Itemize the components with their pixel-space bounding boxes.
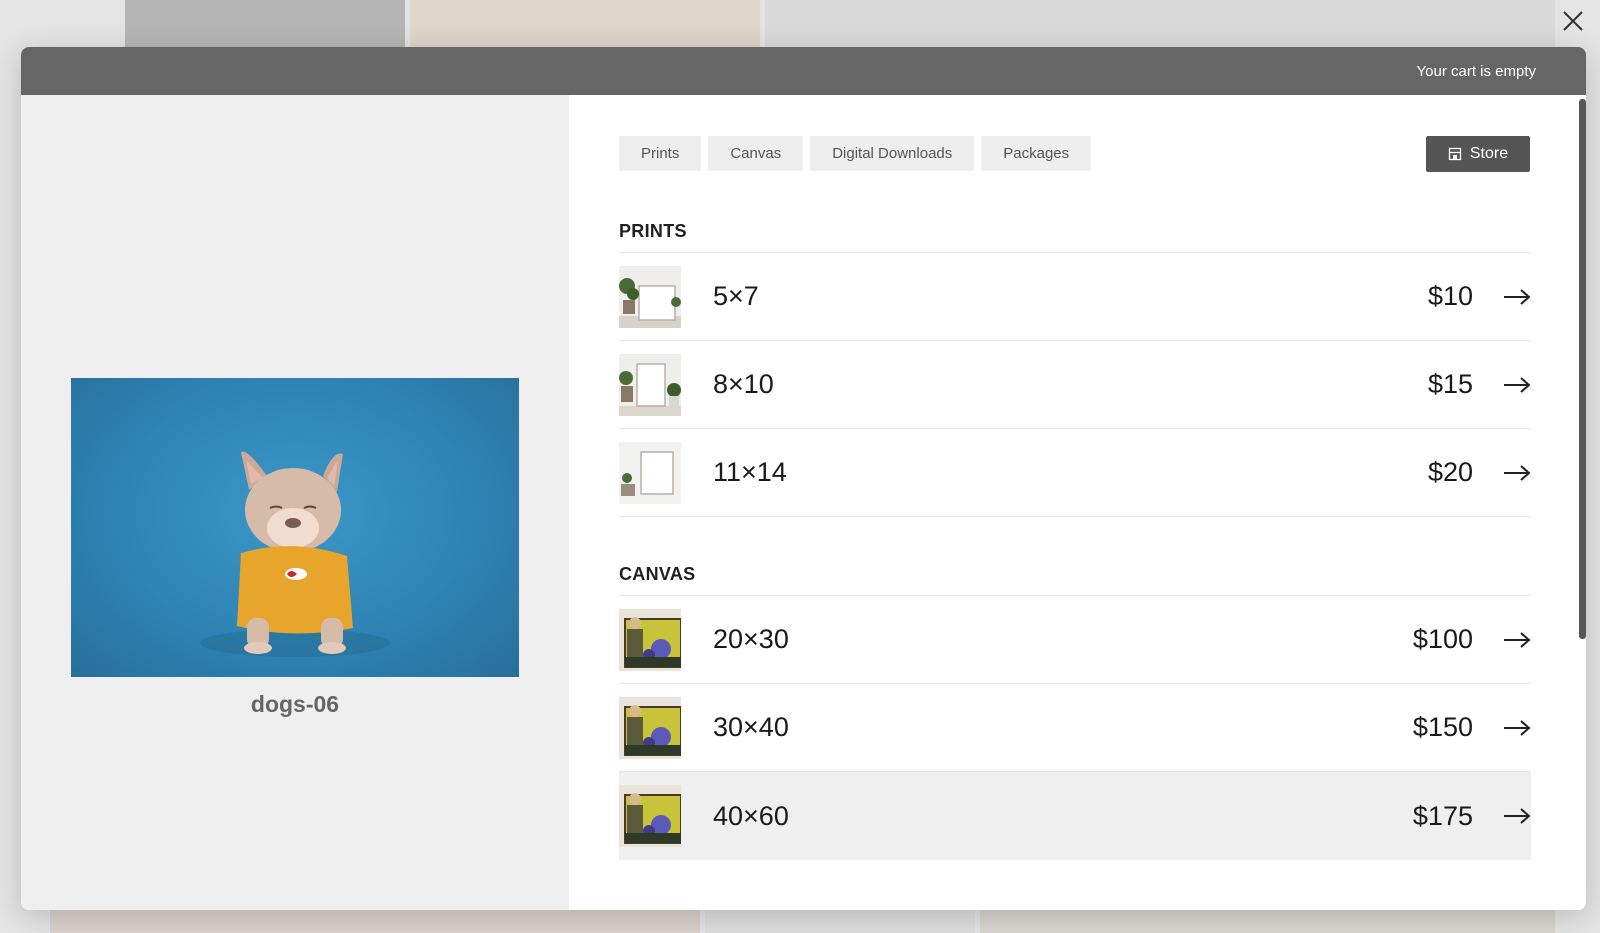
cart-status[interactable]: Your cart is empty [1417,63,1537,80]
modal-header: Your cart is empty [21,47,1586,95]
tab-packages[interactable]: Packages [981,136,1092,171]
arrow-right-icon [1504,808,1531,824]
store-pane: Prints Canvas Digital Downloads Packages… [569,95,1586,910]
product-size: 20×30 [713,624,789,654]
arrow-right-icon [1504,464,1531,481]
prints-section: PRINTS 5×7 $10 8×10 $15 11×14 $20 [619,221,1531,517]
canvas-section: CANVAS 20×30 $100 30×40 $150 40×60 $175 [619,564,1531,860]
product-price: $15 [1427,369,1473,399]
product-thumbnail [619,265,681,328]
product-size: 30×40 [713,712,789,742]
scrollbar[interactable] [1579,99,1586,639]
product-row-canvas[interactable]: 30×40 $150 [619,684,1531,772]
arrow-right-icon [1504,631,1531,648]
product-size: 40×60 [713,800,789,831]
product-thumbnail [619,785,681,847]
photo-title: dogs-06 [250,691,340,717]
product-row-print[interactable]: 5×7 $10 [619,253,1531,341]
product-price: $150 [1412,712,1473,742]
photo-pane: dogs-06 [21,95,569,910]
product-size: 11×14 [713,457,787,487]
photo-preview [71,378,519,677]
section-title-prints: PRINTS [619,221,1531,253]
store-button[interactable]: Store [1426,136,1530,172]
tab-digital-downloads[interactable]: Digital Downloads [810,136,975,171]
product-thumbnail [619,441,681,504]
product-thumbnail [619,696,681,759]
product-price: $20 [1427,457,1473,487]
product-row-print[interactable]: 11×14 $20 [619,429,1531,517]
arrow-right-icon [1504,376,1531,393]
product-price: $10 [1427,281,1473,311]
store-icon [1448,147,1462,161]
product-size: 5×7 [713,281,759,311]
product-price: $175 [1412,800,1473,831]
product-price: $100 [1412,624,1473,654]
store-button-label: Store [1469,145,1509,162]
category-tabs: Prints Canvas Digital Downloads Packages [619,136,1092,171]
product-size: 8×10 [713,369,774,399]
product-row-canvas[interactable]: 20×30 $100 [619,596,1531,684]
product-modal: Your cart is empty dogs-06 Prints Canvas… [21,47,1586,910]
tab-prints[interactable]: Prints [619,136,702,171]
product-row-canvas[interactable]: 40×60 $175 [619,772,1531,860]
product-thumbnail [619,608,681,671]
close-icon[interactable] [1560,8,1586,34]
arrow-right-icon [1504,719,1531,736]
arrow-right-icon [1504,288,1531,305]
section-title-canvas: CANVAS [619,564,1531,596]
product-row-print[interactable]: 8×10 $15 [619,341,1531,429]
tab-canvas[interactable]: Canvas [708,136,804,171]
product-thumbnail [619,353,681,416]
modal-body: dogs-06 Prints Canvas Digital Downloads … [21,95,1586,910]
